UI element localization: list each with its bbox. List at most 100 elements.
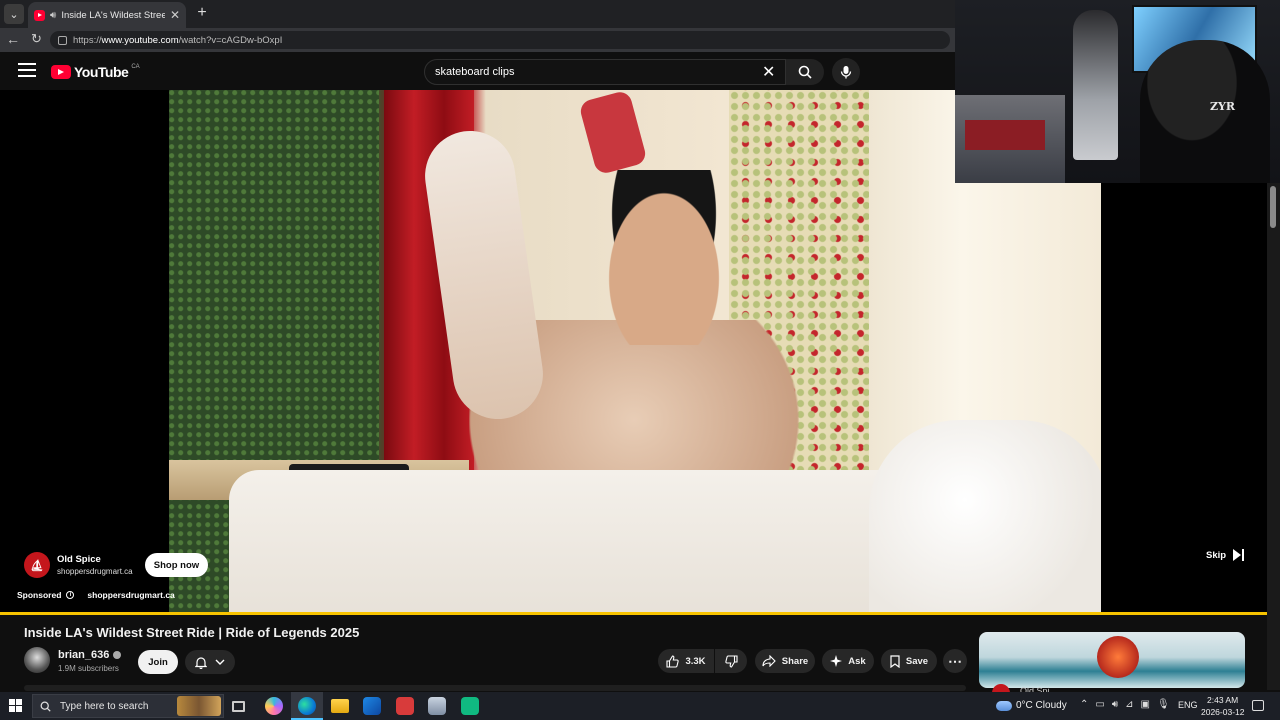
channel-name-link[interactable]: brian_636 xyxy=(58,649,122,661)
network-icon: ⊿ xyxy=(1125,699,1134,710)
standing-person xyxy=(1073,10,1118,160)
bath-foam xyxy=(869,420,1101,613)
sponsored-row: Sponsored i shoppersdrugmart.ca xyxy=(17,590,175,600)
video-title: Inside LA's Wildest Street Ride | Ride o… xyxy=(24,625,360,640)
new-tab-button[interactable]: + xyxy=(193,4,211,22)
cloud-weather-icon[interactable] xyxy=(996,701,1012,711)
logo-wordmark: YouTube xyxy=(74,64,129,80)
taskbar-search-placeholder: Type here to search xyxy=(60,700,149,712)
weather-text[interactable]: 0°C Cloudy xyxy=(1016,700,1067,711)
sparkle-icon xyxy=(830,655,843,667)
sponsored-label: Sponsored xyxy=(17,590,62,600)
system-tray-icons[interactable]: ⌃ ▭ 🔊︎ ⊿ ▣ 🎙︎ xyxy=(1080,699,1170,710)
skip-next-icon xyxy=(1233,549,1244,561)
bookmark-icon xyxy=(890,654,900,668)
more-actions-button[interactable]: ⋯ xyxy=(943,649,967,673)
window-icon: ▣ xyxy=(1140,699,1150,710)
taskbar-search-box[interactable]: Type here to search xyxy=(32,694,224,718)
file-explorer-icon[interactable] xyxy=(331,699,349,713)
skip-label: Skip xyxy=(1206,549,1227,561)
battery-icon: ▭ xyxy=(1095,699,1105,710)
clear-search-icon[interactable]: ✕ xyxy=(762,62,775,82)
hoodie-print: ZYR xyxy=(1210,100,1236,113)
search-button[interactable] xyxy=(786,59,824,85)
tab-search-chevron-icon[interactable]: ⌄ xyxy=(4,4,24,24)
page-scrollbar[interactable] xyxy=(1267,183,1280,690)
dislike-button[interactable] xyxy=(715,649,747,673)
recommended-video-thumbnail[interactable] xyxy=(979,632,1245,688)
join-button[interactable]: Join xyxy=(138,650,178,674)
clock-time[interactable]: 2:43 AM xyxy=(1207,695,1238,705)
thumbs-up-icon xyxy=(666,654,680,668)
browser-tab-active[interactable]: 🔊︎ Inside LA's Wildest Street Ride ✕ xyxy=(28,2,186,28)
like-count: 3.3K xyxy=(685,655,706,667)
gift-app-icon[interactable] xyxy=(396,697,414,715)
voice-search-button[interactable] xyxy=(832,58,860,86)
like-button[interactable]: 3.3K xyxy=(658,649,714,673)
shop-now-button[interactable]: Shop now xyxy=(145,553,208,577)
youtube-play-icon xyxy=(51,65,71,79)
ad-info-icon[interactable]: i xyxy=(66,591,75,599)
ask-label: Ask xyxy=(848,655,866,667)
url-text: https://www.youtube.com/watch?v=cAGDw-bO… xyxy=(73,35,282,46)
sponsored-domain-link[interactable]: shoppersdrugmart.ca xyxy=(87,590,174,600)
save-label: Save xyxy=(905,655,929,667)
notification-center-icon[interactable] xyxy=(1252,700,1264,711)
outlook-icon[interactable] xyxy=(363,697,381,715)
copilot-icon[interactable] xyxy=(265,697,283,715)
site-info-icon[interactable] xyxy=(58,35,67,45)
tab-title: Inside LA's Wildest Street Ride xyxy=(61,9,165,21)
reload-icon[interactable]: ↻ xyxy=(31,31,42,47)
url-path: /watch?v=cAGDw-bOxpI xyxy=(178,34,283,46)
green-app-icon[interactable] xyxy=(461,697,479,715)
bell-icon xyxy=(195,656,207,669)
chevron-down-icon xyxy=(215,659,225,665)
youtube-logo[interactable]: YouTube CA xyxy=(51,64,140,80)
clock-date[interactable]: 2026-03-12 xyxy=(1201,707,1244,717)
subscription-bell-button[interactable] xyxy=(185,650,235,674)
task-view-icon[interactable] xyxy=(232,701,245,712)
search-icon xyxy=(798,65,812,79)
share-button[interactable]: Share xyxy=(755,649,815,673)
share-arrow-icon xyxy=(762,655,776,667)
save-button[interactable]: Save xyxy=(881,649,937,673)
ask-button[interactable]: Ask xyxy=(822,649,874,673)
input-language[interactable]: ENG xyxy=(1178,700,1198,710)
thumbs-down-icon xyxy=(724,654,738,668)
thumbnail-emblem xyxy=(1097,636,1139,678)
body-wash-bottle xyxy=(578,90,648,176)
subscriber-count: 1.9M subscribers xyxy=(58,664,119,673)
tray-overflow-chevron-icon: ⌃ xyxy=(1080,699,1089,710)
hooded-streamer xyxy=(1140,40,1270,183)
ad-progress-bar[interactable] xyxy=(0,612,1267,615)
microphone-tray-icon: 🎙︎ xyxy=(1157,699,1170,710)
verified-check-icon xyxy=(113,651,122,659)
youtube-favicon-icon xyxy=(34,9,45,21)
search-input[interactable]: skateboard clips xyxy=(424,59,786,85)
url-field[interactable]: https://www.youtube.com/watch?v=cAGDw-bO… xyxy=(50,31,950,49)
description-box-edge[interactable] xyxy=(24,685,966,691)
bathtub xyxy=(229,470,969,613)
webcam-overlay: ZYR xyxy=(955,0,1280,183)
man-head xyxy=(594,170,734,345)
ad-advertiser-card[interactable]: ⛵︎ Old Spice shoppersdrugmart.ca xyxy=(24,552,133,578)
search-icon xyxy=(40,701,51,712)
share-label: Share xyxy=(781,655,809,667)
search-highlight-image xyxy=(177,696,221,716)
speaker-icon[interactable]: 🔊︎ xyxy=(50,10,56,21)
scrollbar-thumb[interactable] xyxy=(1270,186,1276,228)
url-prefix: https:// xyxy=(73,34,102,46)
old-spice-logo-icon: ⛵︎ xyxy=(24,552,50,578)
url-host: www.youtube.com xyxy=(101,34,179,46)
channel-avatar[interactable] xyxy=(24,647,50,673)
edge-browser-icon[interactable] xyxy=(298,697,316,715)
skip-ad-button[interactable]: Skip xyxy=(1206,549,1244,561)
close-tab-icon[interactable]: ✕ xyxy=(170,8,180,22)
guide-menu-icon[interactable] xyxy=(18,63,36,77)
document-app-icon[interactable] xyxy=(428,697,446,715)
windows-start-icon[interactable] xyxy=(9,699,22,712)
back-arrow-icon[interactable]: ← xyxy=(6,31,20,47)
microphone-icon xyxy=(840,66,852,79)
channel-name: brian_636 xyxy=(58,649,110,661)
volume-icon: 🔊︎ xyxy=(1111,699,1119,710)
